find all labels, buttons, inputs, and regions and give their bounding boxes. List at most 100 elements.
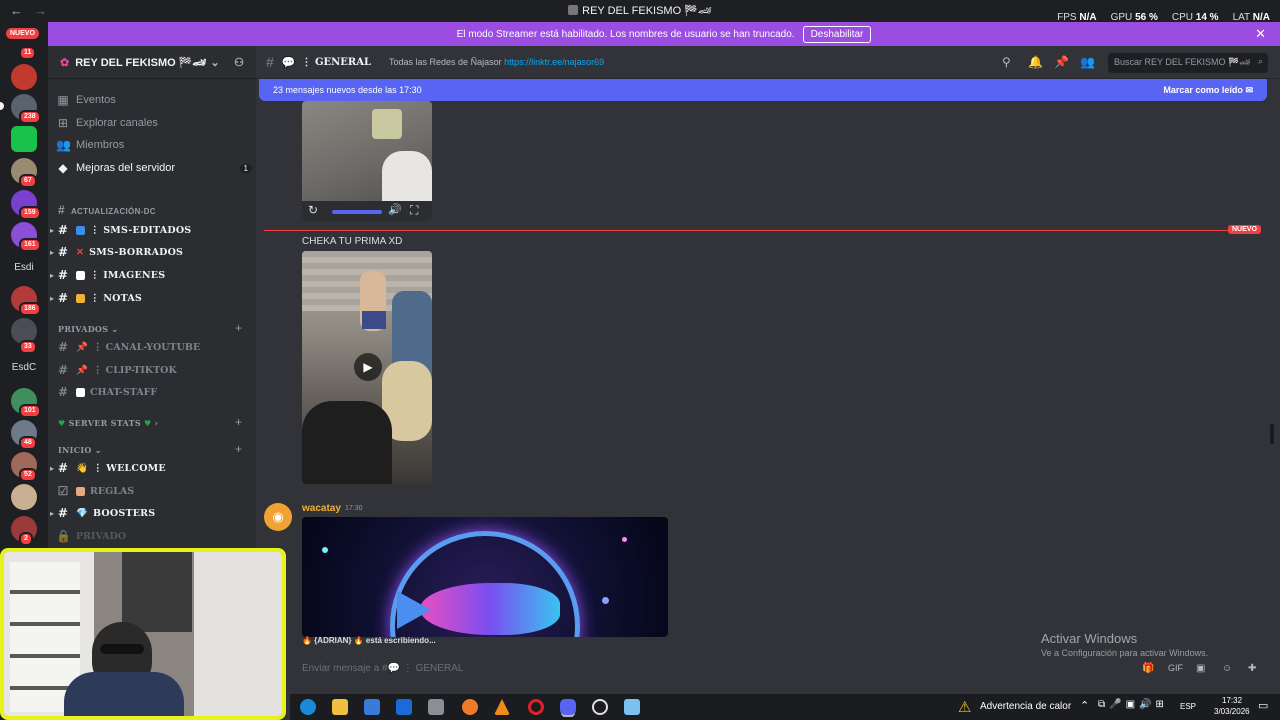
server-icon[interactable] (11, 64, 37, 90)
channel-emoji-icon (76, 293, 85, 303)
obs-icon[interactable] (592, 699, 608, 715)
menu-server-boosts[interactable]: ◆ Mejoras del servidor 1 (56, 158, 252, 178)
outlook-icon[interactable] (396, 699, 412, 715)
new-tag: NUEVO (1228, 225, 1261, 234)
rules-icon: ☑ (57, 484, 69, 498)
clock-date[interactable]: 3/03/2026 (1214, 707, 1250, 716)
video-progress-bar[interactable] (332, 210, 382, 214)
sticker-icon[interactable]: ▣ (1196, 663, 1205, 674)
close-icon[interactable]: ✕ (1255, 26, 1266, 42)
category-privados[interactable]: PRIVADOS ⌄ (58, 324, 118, 334)
new-messages-text: 23 mensajes nuevos desde las 17:30 (273, 85, 422, 95)
apps-icon[interactable]: ✚ (1248, 663, 1256, 674)
channel-sms-borrados[interactable]: ▸ # ✕ SMS-BORRADOS (50, 242, 252, 262)
channel-reglas[interactable]: ☑ REGLAS (56, 481, 252, 501)
server-icon[interactable] (11, 126, 37, 152)
firefox-icon[interactable] (462, 699, 478, 715)
video-attachment[interactable]: ▶ (302, 251, 432, 484)
channel-privado[interactable]: 🔒 PRIVADO (56, 526, 252, 546)
topic-link[interactable]: https://linktr.ee/najasor69 (504, 57, 604, 67)
play-button[interactable]: ▶ (354, 353, 382, 381)
fullscreen-icon[interactable]: ⛶ (410, 203, 418, 218)
calendar-icon: ▦ (57, 93, 69, 107)
channel-chat-staff[interactable]: # CHAT-STAFF (56, 382, 252, 402)
message-author[interactable]: wacatay (302, 503, 341, 514)
channel-boosters[interactable]: ▸ # 💎 BOOSTERS (50, 503, 252, 523)
channel-emoji-icon (76, 270, 85, 280)
channel-canal-youtube[interactable]: # 📌 ⋮ CANAL-YOUTUBE (56, 337, 252, 357)
members-icon[interactable]: 👥 (1080, 55, 1095, 69)
title-bar: ← → REY DEL FEKISMO 🏁🏎 FPS N/A GPU 56 % … (0, 0, 1280, 23)
opera-icon[interactable] (528, 699, 544, 715)
tray-chevron-icon[interactable]: ⌃ (1080, 699, 1089, 712)
notification-icon[interactable]: ▭ (1258, 699, 1268, 712)
x-emoji-icon: ✕ (76, 246, 85, 258)
unread-badge: 33 (19, 340, 37, 354)
app-icon[interactable] (624, 699, 640, 715)
chat-bubble-icon: 💬 (281, 56, 296, 69)
gif-icon[interactable]: GIF (1168, 663, 1183, 673)
server-text-icon[interactable]: EsdC (0, 362, 48, 373)
server-text-icon[interactable]: Esdi (0, 262, 48, 273)
menu-browse-channels[interactable]: ⊞ Explorar canales (56, 113, 252, 133)
channel-welcome[interactable]: ▸ # 👋 ⋮ WELCOME (50, 458, 252, 478)
unread-badge: 11 (19, 46, 37, 60)
pin-icon[interactable]: 📌 (1054, 55, 1069, 69)
add-channel-icon[interactable]: + (235, 442, 242, 456)
store-icon[interactable] (364, 699, 380, 715)
channel-emoji-icon (76, 486, 85, 496)
message-text: CHEKA TU PRIMA XD (302, 236, 403, 247)
server-header[interactable]: ✿ REY DEL FEKISMO 🏁🏎 ⌄ ⚇ (48, 46, 256, 79)
category-inicio[interactable]: INICIO ⌄ (58, 445, 102, 455)
unread-badge: 67 (19, 174, 37, 188)
unread-badge: 101 (19, 404, 41, 418)
activate-windows-subtitle: Ve a Configuración para activar Windows. (1041, 648, 1209, 658)
category-server-stats[interactable]: ♥ SERVER STATS ♥ › (58, 418, 158, 428)
tray-icons[interactable]: ⧉🎤▣🔊⊞ (1098, 699, 1168, 710)
discord-logo-icon: ◉ (272, 509, 284, 524)
channel-emoji-icon (76, 387, 85, 397)
search-input[interactable]: Buscar REY DEL FEKISMO 🏁🏎 ⌕ (1108, 53, 1268, 73)
clock-time[interactable]: 17:32 (1222, 696, 1242, 705)
language-indicator[interactable]: ESP (1180, 702, 1196, 711)
server-icon: ✿ (60, 56, 70, 69)
scrollbar[interactable] (1270, 424, 1274, 444)
streamer-mode-banner: El modo Streamer está habilitado. Los no… (48, 22, 1280, 46)
heart-icon: ♥ (58, 418, 69, 428)
add-channel-icon[interactable]: + (235, 415, 242, 429)
taskbar: ⚠ Advertencia de calor ⌃ ⧉🎤▣🔊⊞ ESP 17:32… (290, 694, 1280, 720)
channel-sms-editados[interactable]: ▸ # ⋮ SMS-EDITADOS (50, 220, 252, 240)
heat-warning[interactable]: Advertencia de calor (980, 701, 1071, 712)
edge-icon[interactable] (300, 699, 316, 715)
disable-button[interactable]: Deshabilitar (802, 25, 872, 43)
image-attachment[interactable] (302, 517, 668, 637)
avatar[interactable]: ◉ (264, 503, 292, 531)
server-icon (568, 5, 579, 15)
channel-imagenes[interactable]: ▸ # ⋮ IMAGENES (50, 265, 252, 285)
emoji-icon[interactable]: ☺ (1222, 663, 1232, 674)
gift-icon[interactable]: 🎁 (1142, 663, 1154, 674)
invite-icon[interactable]: ⚇ (234, 56, 244, 69)
category-actualizacion[interactable]: # ACTUALIZACIÓN-DC (58, 203, 156, 217)
vlc-icon[interactable] (494, 699, 510, 715)
channel-notas[interactable]: ▸ # ⋮ NOTAS (50, 288, 252, 308)
app-icon[interactable] (428, 699, 444, 715)
menu-events[interactable]: ▦ Eventos (56, 90, 252, 110)
bell-icon[interactable]: 🔔 (1028, 55, 1043, 69)
discord-icon[interactable] (560, 699, 576, 715)
add-channel-icon[interactable]: + (235, 321, 242, 335)
heart-icon: ♥ (140, 418, 152, 428)
new-messages-bar[interactable]: 23 mensajes nuevos desde las 17:30 Marca… (259, 79, 1267, 101)
video-attachment[interactable]: ↻ 🔊 ⛶ (302, 101, 432, 221)
replay-icon[interactable]: ↻ (308, 203, 318, 217)
menu-members[interactable]: 👥 Miembros (56, 135, 252, 155)
server-icon[interactable] (11, 484, 37, 510)
banner-text: El modo Streamer está habilitado. Los no… (456, 28, 795, 40)
threads-icon[interactable]: ⚲ (1002, 55, 1011, 69)
mark-read-button[interactable]: Marcar como leído ✉ (1163, 85, 1253, 96)
channel-clip-tiktok[interactable]: # 📌 ⋮ CLIP-TIKTOK (56, 360, 252, 380)
volume-icon[interactable]: 🔊 (388, 203, 402, 216)
message-input[interactable]: Enviar mensaje a #💬 ⋮ GENERAL 🎁 GIF ▣ ☺ … (292, 654, 1272, 682)
file-explorer-icon[interactable] (332, 699, 348, 715)
channel-topic: Todas las Redes de Ñajasor https://linkt… (389, 57, 605, 67)
